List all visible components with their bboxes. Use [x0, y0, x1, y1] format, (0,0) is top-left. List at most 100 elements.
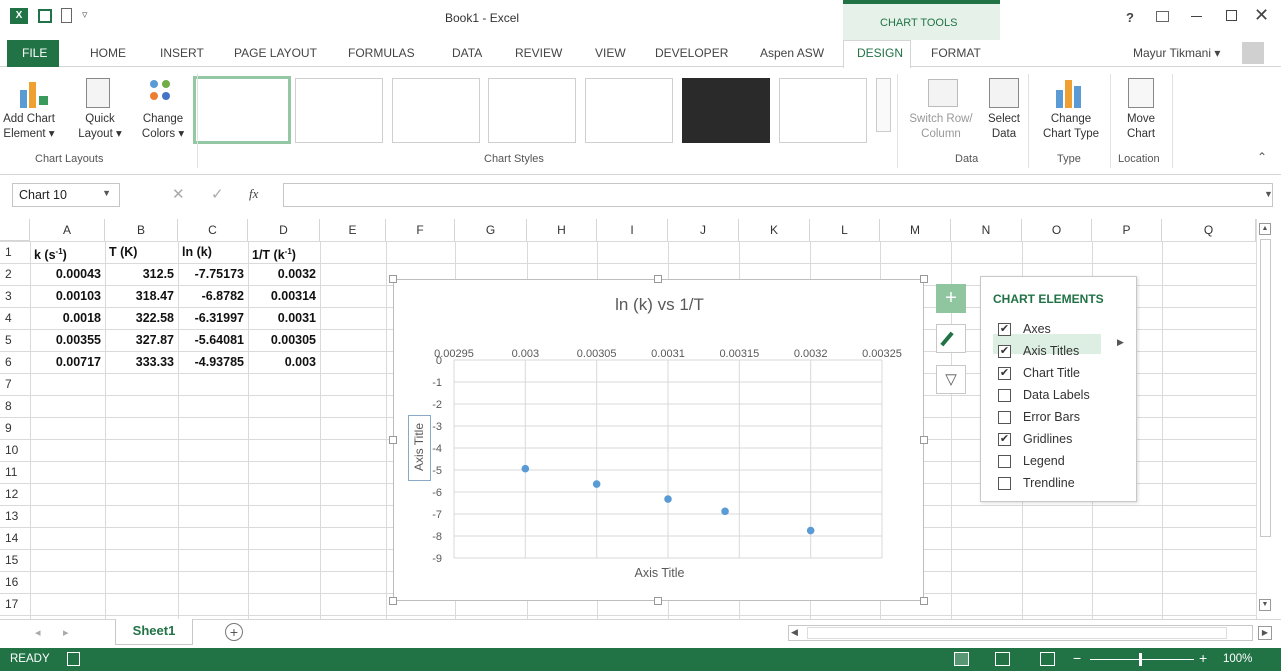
formula-input[interactable] [283, 183, 1273, 207]
scroll-right-icon[interactable]: ▶ [1258, 626, 1272, 640]
column-header-n[interactable]: N [951, 219, 1022, 241]
macro-record-icon[interactable] [67, 652, 80, 666]
chart-style-7[interactable] [779, 78, 867, 143]
zoom-slider[interactable] [1090, 659, 1194, 660]
save-icon[interactable] [38, 9, 52, 23]
column-header-i[interactable]: I [597, 219, 668, 241]
chart-handle-tm[interactable] [654, 275, 662, 283]
chart-style-1[interactable] [193, 76, 291, 144]
label-data-labels[interactable]: Data Labels [1023, 388, 1090, 402]
name-box[interactable]: Chart 10 ▼ [12, 183, 120, 207]
cancel-icon[interactable]: ✕ [172, 185, 185, 203]
tab-design[interactable]: DESIGN [857, 46, 903, 60]
tab-aspen-asw[interactable]: Aspen ASW [760, 46, 824, 60]
chart-style-6[interactable] [682, 78, 770, 143]
column-header-b[interactable]: B [105, 219, 178, 241]
checkbox-axes[interactable]: ✔ [998, 323, 1011, 336]
chart-handle-tl[interactable] [389, 275, 397, 283]
header-lnk[interactable]: ln (k) [178, 241, 248, 263]
row-header-11[interactable]: 11 [0, 461, 30, 483]
enter-icon[interactable]: ✓ [211, 185, 224, 203]
column-header-f[interactable]: F [386, 219, 455, 241]
column-header-p[interactable]: P [1092, 219, 1162, 241]
scroll-down-icon[interactable]: ▼ [1259, 599, 1271, 611]
cell-d6[interactable]: 0.003 [248, 351, 320, 373]
y-axis-title[interactable]: Axis Title [412, 414, 426, 480]
vertical-scrollbar[interactable]: ▲ ▼ [1256, 219, 1273, 617]
checkbox-trendline[interactable] [998, 477, 1011, 490]
normal-view-icon[interactable] [954, 652, 969, 666]
next-sheet-icon[interactable]: ▸ [63, 626, 69, 639]
horizontal-scrollbar[interactable]: ◀ [788, 625, 1253, 641]
row-header-16[interactable]: 16 [0, 571, 30, 593]
chart-styles-button[interactable] [936, 324, 966, 353]
chart-handle-bl[interactable] [389, 597, 397, 605]
avatar[interactable] [1242, 42, 1264, 64]
row-header-8[interactable]: 8 [0, 395, 30, 417]
name-box-dropdown-icon[interactable]: ▼ [102, 188, 111, 198]
new-document-icon[interactable] [61, 8, 72, 23]
data-point[interactable] [592, 480, 601, 488]
column-header-d[interactable]: D [248, 219, 320, 241]
tab-formulas[interactable]: FORMULAS [348, 46, 415, 60]
zoom-out-icon[interactable]: − [1073, 650, 1081, 666]
chart-handle-tr[interactable] [920, 275, 928, 283]
row-header-13[interactable]: 13 [0, 505, 30, 527]
add-chart-element-button[interactable]: Add Chart Element ▾ [0, 112, 58, 142]
select-data-button[interactable]: Select Data [982, 112, 1026, 142]
tab-home[interactable]: HOME [90, 46, 126, 60]
row-header-5[interactable]: 5 [0, 329, 30, 351]
checkbox-chart-title[interactable]: ✔ [998, 367, 1011, 380]
row-header-12[interactable]: 12 [0, 483, 30, 505]
checkbox-error-bars[interactable] [998, 411, 1011, 424]
row-header-2[interactable]: 2 [0, 263, 30, 285]
tab-file-label[interactable]: FILE [22, 46, 47, 60]
maximize-icon[interactable] [1226, 10, 1237, 21]
ribbon-display-options-icon[interactable] [1156, 11, 1169, 22]
column-header-l[interactable]: L [810, 219, 880, 241]
label-trendline[interactable]: Trendline [1023, 476, 1075, 490]
page-break-view-icon[interactable] [1040, 652, 1055, 666]
checkbox-axis-titles[interactable]: ✔ [998, 345, 1011, 358]
cell-c4[interactable]: -6.31997 [178, 307, 248, 329]
label-gridlines[interactable]: Gridlines [1023, 432, 1072, 446]
column-header-k[interactable]: K [739, 219, 810, 241]
label-axis-titles[interactable]: Axis Titles [1023, 344, 1079, 358]
help-button[interactable]: ? [1126, 10, 1134, 25]
row-header-7[interactable]: 7 [0, 373, 30, 395]
scroll-thumb[interactable] [1260, 239, 1271, 537]
tab-page-layout[interactable]: PAGE LAYOUT [234, 46, 317, 60]
label-axes[interactable]: Axes [1023, 322, 1051, 336]
chart-filters-button[interactable]: ▽ [936, 365, 966, 394]
label-error-bars[interactable]: Error Bars [1023, 410, 1080, 424]
cell-a4[interactable]: 0.0018 [30, 307, 105, 329]
cell-c6[interactable]: -4.93785 [178, 351, 248, 373]
scroll-up-icon[interactable]: ▲ [1259, 223, 1271, 235]
data-point[interactable] [806, 526, 815, 535]
cell-c5[interactable]: -5.64081 [178, 329, 248, 351]
zoom-slider-thumb[interactable] [1139, 653, 1142, 666]
checkbox-data-labels[interactable] [998, 389, 1011, 402]
cell-d4[interactable]: 0.0031 [248, 307, 320, 329]
label-chart-title[interactable]: Chart Title [1023, 366, 1080, 380]
row-header-10[interactable]: 10 [0, 439, 30, 461]
page-layout-view-icon[interactable] [995, 652, 1010, 666]
chart-style-2[interactable] [295, 78, 383, 143]
row-header-14[interactable]: 14 [0, 527, 30, 549]
row-header-17[interactable]: 17 [0, 593, 30, 615]
cell-d5[interactable]: 0.00305 [248, 329, 320, 351]
chart-elements-button[interactable]: + [936, 284, 966, 313]
cell-a6[interactable]: 0.00717 [30, 351, 105, 373]
column-header-e[interactable]: E [320, 219, 386, 241]
column-header-a[interactable]: A [30, 219, 105, 241]
new-sheet-button[interactable]: + [225, 623, 243, 641]
row-header-15[interactable]: 15 [0, 549, 30, 571]
chart-title[interactable]: ln (k) vs 1/T [394, 295, 925, 315]
chart-handle-br[interactable] [920, 597, 928, 605]
change-chart-type-button[interactable]: Change Chart Type [1036, 112, 1106, 142]
tab-view[interactable]: VIEW [595, 46, 626, 60]
label-legend[interactable]: Legend [1023, 454, 1065, 468]
column-header-m[interactable]: M [880, 219, 951, 241]
prev-sheet-icon[interactable]: ◂ [35, 626, 41, 639]
column-header-c[interactable]: C [178, 219, 248, 241]
